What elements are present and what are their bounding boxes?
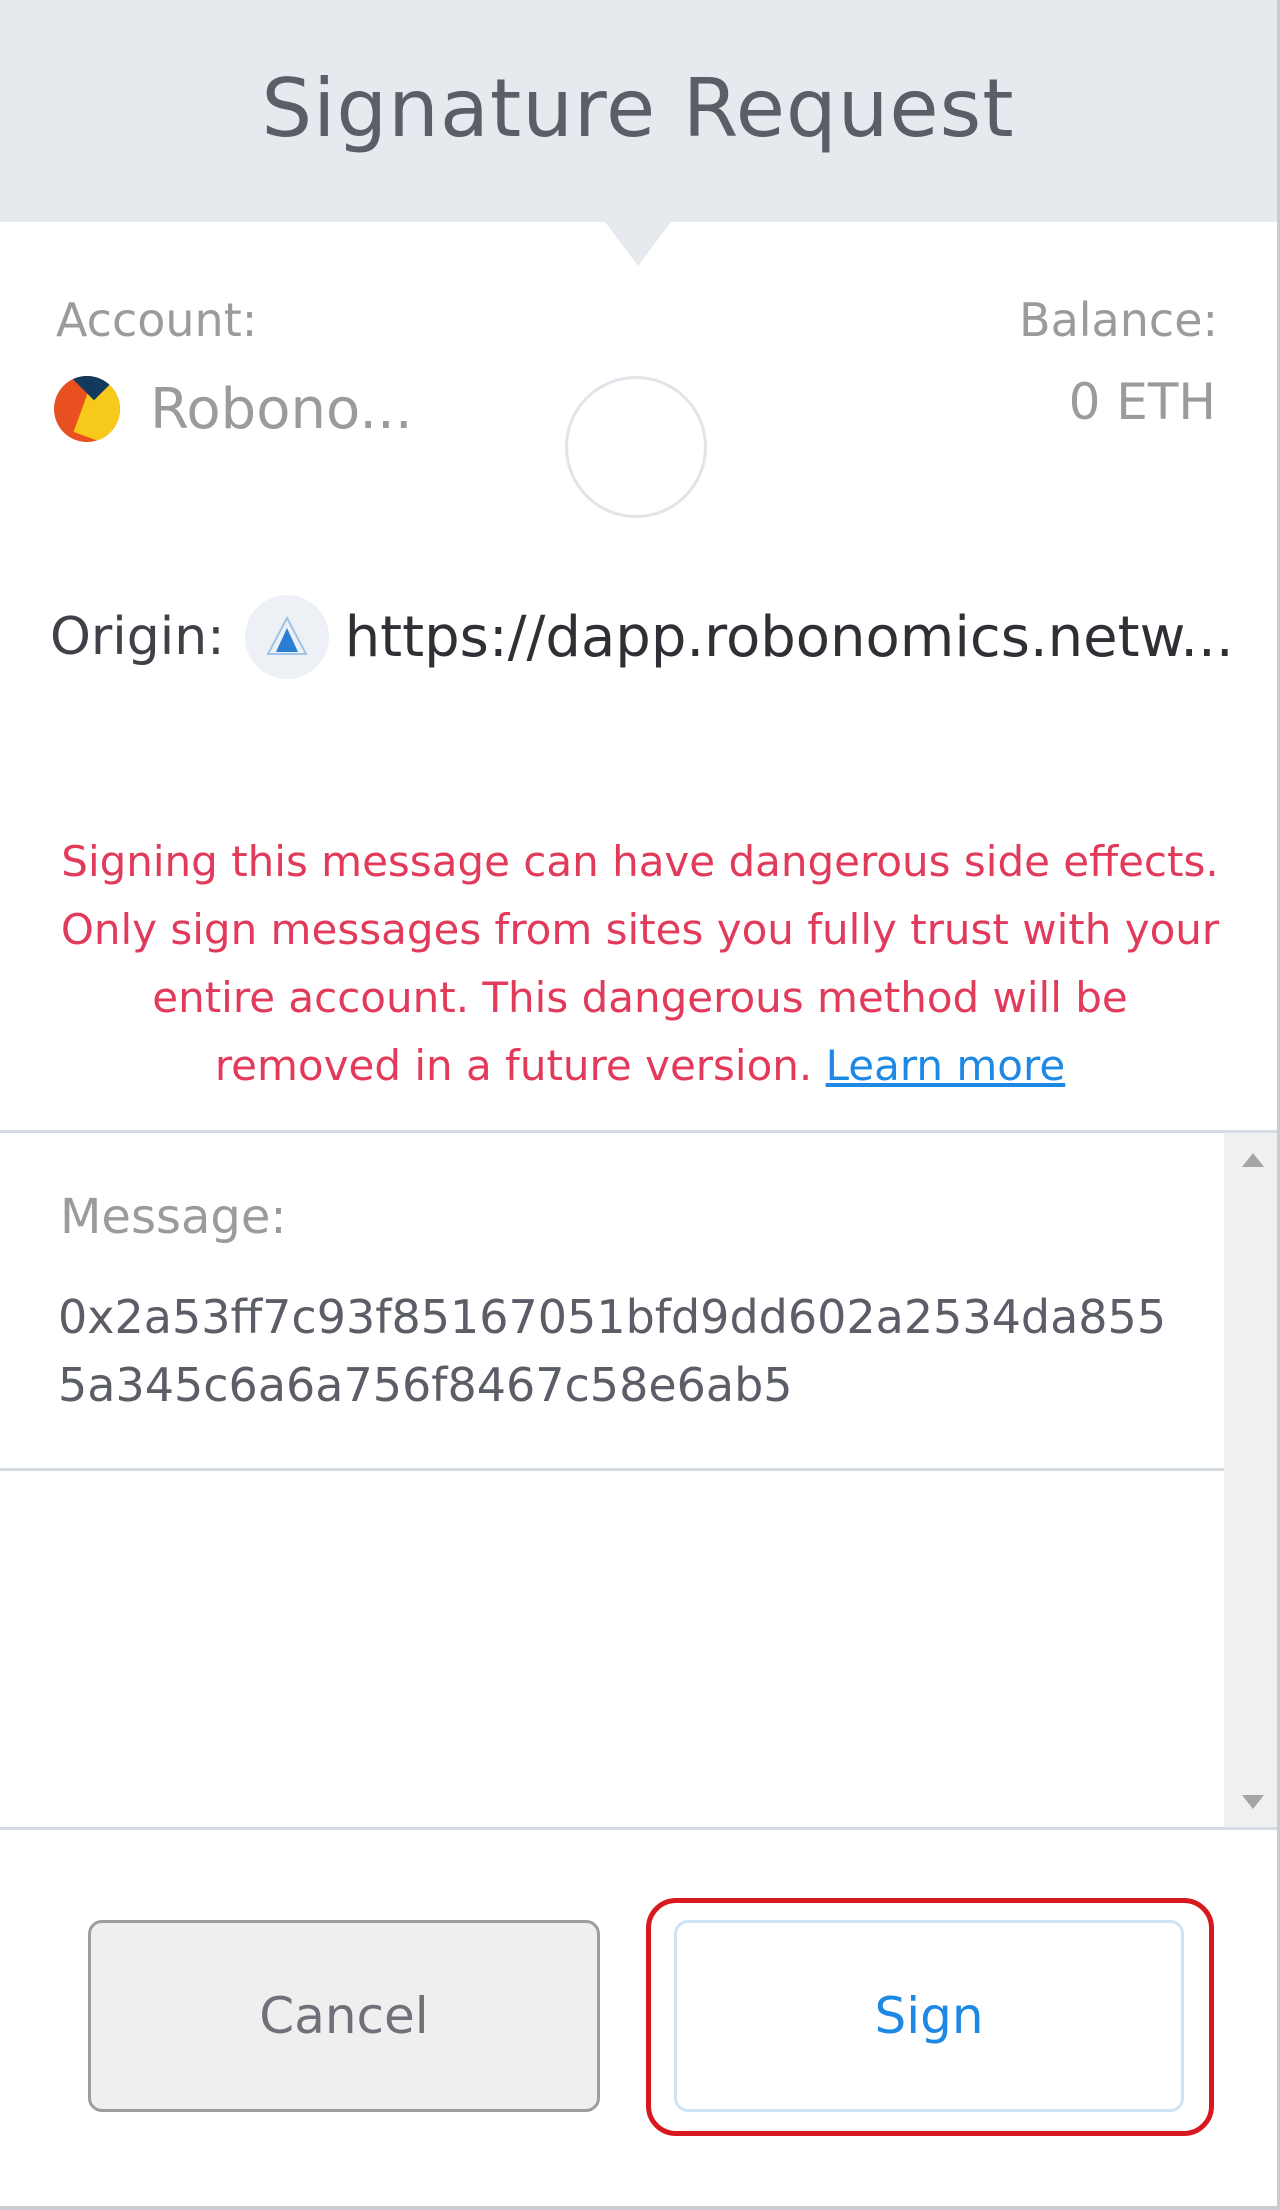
identicon-placeholder (565, 376, 707, 518)
account-label: Account: (56, 293, 258, 347)
site-logo-icon (244, 595, 329, 679)
message-scroll-area[interactable]: Message: 0x2a53ff7c93f85167051bfd9dd602a… (0, 1130, 1280, 1830)
window-edge (0, 2206, 1280, 2210)
warning-line: entire account. This dangerous method wi… (152, 973, 1128, 1022)
origin-url: https://dapp.robonomics.netw... (344, 604, 1234, 670)
warning-line: Signing this message can have dangerous … (61, 837, 1219, 886)
balance-value: 0 ETH (1068, 373, 1216, 431)
header-notch (605, 222, 671, 266)
cancel-button[interactable]: Cancel (88, 1920, 600, 2112)
account-selector[interactable]: Robono... (54, 376, 413, 442)
scrollbar[interactable] (1224, 1133, 1280, 1827)
account-name: Robono... (150, 376, 413, 442)
message-box: Message: 0x2a53ff7c93f85167051bfd9dd602a… (0, 1133, 1224, 1471)
message-label: Message: (60, 1189, 287, 1245)
origin-row: Origin: https://dapp.robonomics.netw... (50, 595, 1234, 679)
message-line: 0x2a53ff7c93f85167051bfd9dd602a2534da855 (58, 1290, 1167, 1344)
warning-line: Only sign messages from sites you fully … (60, 905, 1220, 954)
balance-label: Balance: (1019, 293, 1218, 347)
message-value: 0x2a53ff7c93f85167051bfd9dd602a2534da855… (58, 1283, 1166, 1419)
account-identicon (54, 376, 120, 442)
page-title: Signature Request (261, 61, 1015, 155)
warning-line-last: removed in a future version. Learn more (0, 1032, 1280, 1100)
danger-warning: Signing this message can have dangerous … (0, 828, 1280, 1100)
learn-more-link[interactable]: Learn more (826, 1041, 1066, 1090)
header: Signature Request (0, 0, 1280, 222)
scroll-up-icon[interactable] (1242, 1153, 1264, 1167)
warning-text: removed in a future version. (214, 1041, 826, 1090)
origin-label: Origin: (50, 607, 225, 667)
sign-button[interactable]: Sign (674, 1920, 1184, 2112)
scroll-down-icon[interactable] (1242, 1795, 1264, 1809)
message-line: 5a345c6a6a756f8467c58e6ab5 (58, 1358, 793, 1412)
